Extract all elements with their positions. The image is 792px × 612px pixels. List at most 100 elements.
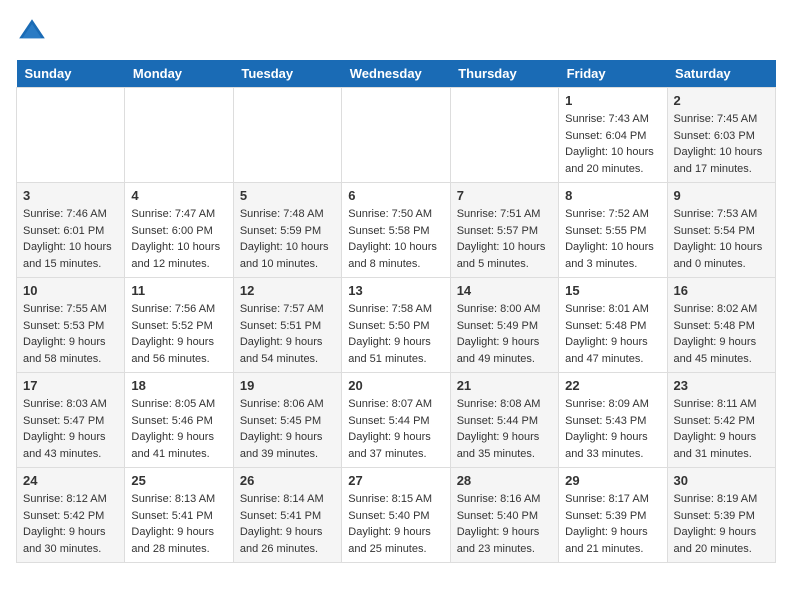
- day-info: Daylight: 9 hours and 25 minutes.: [348, 524, 443, 557]
- day-info: Daylight: 9 hours and 51 minutes.: [348, 334, 443, 367]
- day-info: Sunrise: 7:50 AM: [348, 206, 443, 223]
- day-number: 9: [674, 188, 769, 203]
- day-info: Sunset: 5:43 PM: [565, 413, 660, 430]
- day-info: Sunrise: 8:19 AM: [674, 491, 769, 508]
- day-info: Daylight: 10 hours and 5 minutes.: [457, 239, 552, 272]
- day-cell: 7Sunrise: 7:51 AMSunset: 5:57 PMDaylight…: [450, 183, 558, 278]
- day-info: Sunrise: 7:46 AM: [23, 206, 118, 223]
- day-info: Daylight: 9 hours and 21 minutes.: [565, 524, 660, 557]
- day-number: 14: [457, 283, 552, 298]
- day-info: Sunrise: 8:14 AM: [240, 491, 335, 508]
- day-number: 5: [240, 188, 335, 203]
- day-info: Sunset: 5:45 PM: [240, 413, 335, 430]
- day-info: Sunset: 5:50 PM: [348, 318, 443, 335]
- day-info: Sunset: 5:44 PM: [457, 413, 552, 430]
- header-cell-wednesday: Wednesday: [342, 60, 450, 88]
- day-info: Sunset: 5:40 PM: [457, 508, 552, 525]
- day-info: Daylight: 9 hours and 39 minutes.: [240, 429, 335, 462]
- day-number: 4: [131, 188, 226, 203]
- day-cell: [342, 88, 450, 183]
- day-number: 15: [565, 283, 660, 298]
- day-info: Daylight: 9 hours and 35 minutes.: [457, 429, 552, 462]
- page-header: [16, 16, 776, 48]
- header-cell-saturday: Saturday: [667, 60, 775, 88]
- day-info: Sunset: 5:46 PM: [131, 413, 226, 430]
- day-number: 24: [23, 473, 118, 488]
- day-info: Sunrise: 8:15 AM: [348, 491, 443, 508]
- day-cell: 13Sunrise: 7:58 AMSunset: 5:50 PMDayligh…: [342, 278, 450, 373]
- day-cell: 2Sunrise: 7:45 AMSunset: 6:03 PMDaylight…: [667, 88, 775, 183]
- day-number: 17: [23, 378, 118, 393]
- day-cell: 8Sunrise: 7:52 AMSunset: 5:55 PMDaylight…: [559, 183, 667, 278]
- day-info: Sunset: 5:49 PM: [457, 318, 552, 335]
- day-info: Sunset: 6:04 PM: [565, 128, 660, 145]
- day-info: Daylight: 9 hours and 33 minutes.: [565, 429, 660, 462]
- day-cell: 9 Sunrise: 7:53 AMSunset: 5:54 PMDaylight…: [667, 183, 775, 278]
- day-info: Sunrise: 8:17 AM: [565, 491, 660, 508]
- day-number: 23: [674, 378, 769, 393]
- header-cell-sunday: Sunday: [17, 60, 125, 88]
- day-cell: 12Sunrise: 7:57 AMSunset: 5:51 PMDayligh…: [233, 278, 341, 373]
- header-cell-monday: Monday: [125, 60, 233, 88]
- day-number: 28: [457, 473, 552, 488]
- day-cell: 4Sunrise: 7:47 AMSunset: 6:00 PMDaylight…: [125, 183, 233, 278]
- day-cell: 23Sunrise: 8:11 AMSunset: 5:42 PMDayligh…: [667, 373, 775, 468]
- day-info: Sunrise: 7:53 AM: [674, 206, 769, 223]
- day-info: Sunset: 5:40 PM: [348, 508, 443, 525]
- day-number: 11: [131, 283, 226, 298]
- day-info: Sunset: 5:42 PM: [23, 508, 118, 525]
- day-info: Sunset: 5:47 PM: [23, 413, 118, 430]
- day-info: Sunrise: 8:01 AM: [565, 301, 660, 318]
- day-info: Daylight: 9 hours and 47 minutes.: [565, 334, 660, 367]
- day-info: Sunrise: 7:43 AM: [565, 111, 660, 128]
- week-row-4: 17 Sunrise: 8:03 AMSunset: 5:47 PM Dayligh…: [17, 373, 776, 468]
- day-cell: [17, 88, 125, 183]
- day-info: Daylight: 10 hours and 0 minutes.: [674, 239, 769, 272]
- day-info: Sunset: 5:54 PM: [674, 223, 769, 240]
- day-cell: 14Sunrise: 8:00 AMSunset: 5:49 PMDayligh…: [450, 278, 558, 373]
- day-info: Daylight: 9 hours and 23 minutes.: [457, 524, 552, 557]
- day-cell: 26Sunrise: 8:14 AMSunset: 5:41 PMDayligh…: [233, 468, 341, 563]
- day-info: Sunrise: 7:48 AM: [240, 206, 335, 223]
- header-row: SundayMondayTuesdayWednesdayThursdayFrid…: [17, 60, 776, 88]
- day-number: 19: [240, 378, 335, 393]
- day-info: Sunrise: 7:55 AM: [23, 301, 118, 318]
- day-info: Sunrise: 8:05 AM: [131, 396, 226, 413]
- day-cell: 25Sunrise: 8:13 AMSunset: 5:41 PMDayligh…: [125, 468, 233, 563]
- day-cell: 21Sunrise: 8:08 AMSunset: 5:44 PMDayligh…: [450, 373, 558, 468]
- day-info: Daylight: 9 hours and 31 minutes.: [674, 429, 769, 462]
- day-info: Sunrise: 7:51 AM: [457, 206, 552, 223]
- day-number: 27: [348, 473, 443, 488]
- day-cell: 1Sunrise: 7:43 AMSunset: 6:04 PMDaylight…: [559, 88, 667, 183]
- day-number: 6: [348, 188, 443, 203]
- day-cell: 5Sunrise: 7:48 AMSunset: 5:59 PMDaylight…: [233, 183, 341, 278]
- day-info: Sunrise: 7:57 AM: [240, 301, 335, 318]
- day-cell: 20Sunrise: 8:07 AMSunset: 5:44 PMDayligh…: [342, 373, 450, 468]
- day-info: Daylight: 10 hours and 20 minutes.: [565, 144, 660, 177]
- logo: [16, 16, 52, 48]
- day-cell: 27 Sunrise: 8:15 AMSunset: 5:40 PMDayligh…: [342, 468, 450, 563]
- day-cell: 10Sunrise: 7:55 AMSunset: 5:53 PMDayligh…: [17, 278, 125, 373]
- day-cell: [450, 88, 558, 183]
- header-cell-friday: Friday: [559, 60, 667, 88]
- day-info: Sunrise: 8:08 AM: [457, 396, 552, 413]
- day-number: 22: [565, 378, 660, 393]
- day-info: Daylight: 9 hours and 26 minutes.: [240, 524, 335, 557]
- day-info: Sunrise: 8:03 AM: [23, 396, 118, 413]
- day-info: Sunset: 5:53 PM: [23, 318, 118, 335]
- day-info: Sunrise: 7:45 AM: [674, 111, 769, 128]
- day-info: Sunrise: 8:09 AM: [565, 396, 660, 413]
- day-info: Daylight: 9 hours and 45 minutes.: [674, 334, 769, 367]
- day-number: 13: [348, 283, 443, 298]
- day-cell: [233, 88, 341, 183]
- logo-icon: [16, 16, 48, 48]
- day-number: 10: [23, 283, 118, 298]
- day-number: 16: [674, 283, 769, 298]
- day-info: Sunset: 5:39 PM: [565, 508, 660, 525]
- day-info: Sunset: 5:59 PM: [240, 223, 335, 240]
- day-info: Sunrise: 8:12 AM: [23, 491, 118, 508]
- day-number: 18: [131, 378, 226, 393]
- day-info: Sunrise: 8:02 AM: [674, 301, 769, 318]
- day-cell: 11Sunrise: 7:56 AMSunset: 5:52 PMDayligh…: [125, 278, 233, 373]
- day-info: Sunset: 5:57 PM: [457, 223, 552, 240]
